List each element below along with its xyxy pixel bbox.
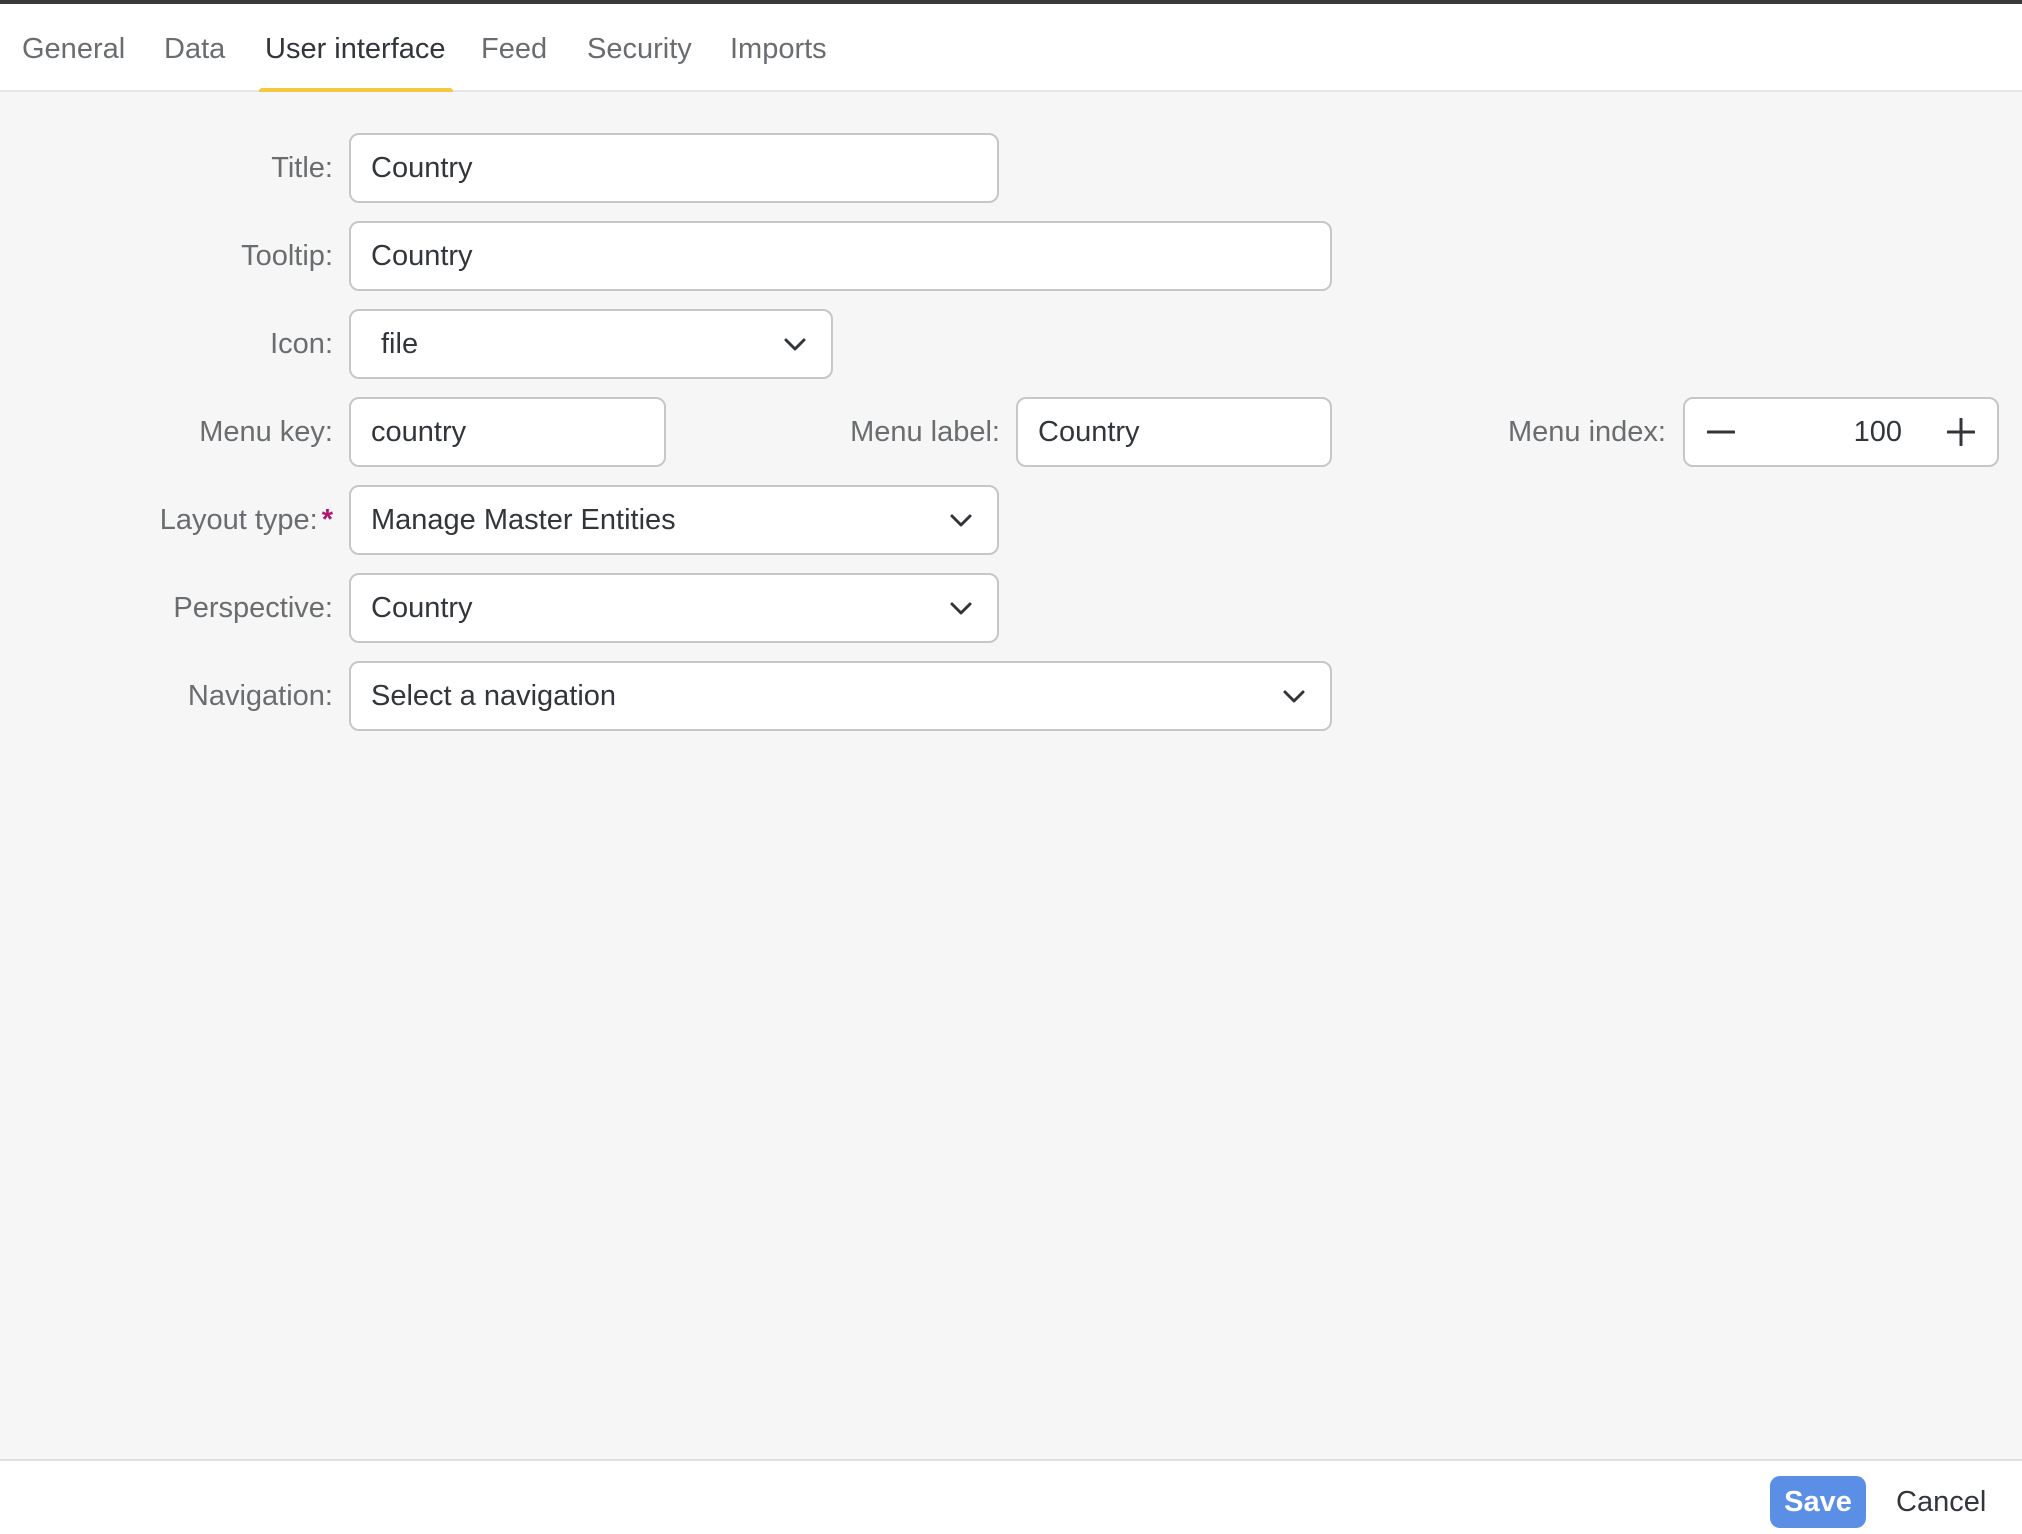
perspective-select[interactable]: Country: [349, 573, 999, 643]
minus-icon: [1707, 430, 1735, 434]
chevron-down-icon: [950, 514, 972, 527]
tab-bar: General Data User interface Feed Securit…: [0, 4, 2022, 94]
decrement-button[interactable]: [1691, 399, 1751, 465]
tab-user-interface[interactable]: User interface: [259, 4, 453, 94]
title-label: Title:: [271, 152, 333, 184]
increment-button[interactable]: [1931, 399, 1991, 465]
menu-index-stepper[interactable]: 100: [1683, 397, 1999, 467]
chevron-down-icon: [950, 602, 972, 615]
title-input[interactable]: [351, 135, 997, 201]
chevron-down-icon: [1283, 690, 1305, 703]
menu-key-label: Menu key:: [199, 416, 333, 448]
tab-general[interactable]: General: [22, 4, 125, 92]
icon-select-value: file: [381, 328, 419, 360]
menu-key-field[interactable]: [349, 397, 666, 467]
title-field[interactable]: [349, 133, 999, 203]
menu-label-label: Menu label:: [850, 416, 1000, 448]
layout-type-select[interactable]: Manage Master Entities: [349, 485, 999, 555]
layout-type-label-text: Layout type:: [159, 504, 318, 536]
plus-icon: [1947, 418, 1975, 446]
dialog-footer: Save Cancel: [0, 1459, 2022, 1534]
tab-imports[interactable]: Imports: [730, 4, 827, 92]
icon-label: Icon:: [270, 328, 333, 360]
perspective-select-value: Country: [371, 592, 473, 624]
navigation-select[interactable]: Select a navigation: [349, 661, 1332, 731]
tooltip-field[interactable]: [349, 221, 1332, 291]
menu-index-label: Menu index:: [1508, 416, 1666, 448]
menu-label-input[interactable]: [1018, 399, 1330, 465]
layout-type-select-value: Manage Master Entities: [371, 504, 676, 536]
layout-type-label: Layout type: *: [160, 485, 333, 555]
tooltip-label: Tooltip:: [241, 240, 333, 272]
tab-security[interactable]: Security: [587, 4, 692, 92]
navigation-select-value: Select a navigation: [371, 680, 617, 712]
navigation-label: Navigation:: [187, 680, 333, 712]
perspective-label: Perspective:: [173, 592, 333, 624]
required-indicator: *: [321, 504, 333, 536]
save-button[interactable]: Save: [1770, 1476, 1866, 1528]
chevron-down-icon: [784, 338, 806, 351]
tooltip-input[interactable]: [351, 223, 1330, 289]
tab-data[interactable]: Data: [164, 4, 225, 92]
icon-select[interactable]: file: [349, 309, 833, 379]
tab-feed[interactable]: Feed: [481, 4, 547, 92]
form-panel: Title: Tooltip: Icon: file Menu key: Men…: [0, 92, 2022, 1459]
menu-key-input[interactable]: [351, 399, 664, 465]
menu-label-field[interactable]: [1016, 397, 1332, 467]
menu-index-value[interactable]: 100: [1854, 399, 1902, 465]
cancel-button[interactable]: Cancel: [1882, 1476, 2000, 1528]
